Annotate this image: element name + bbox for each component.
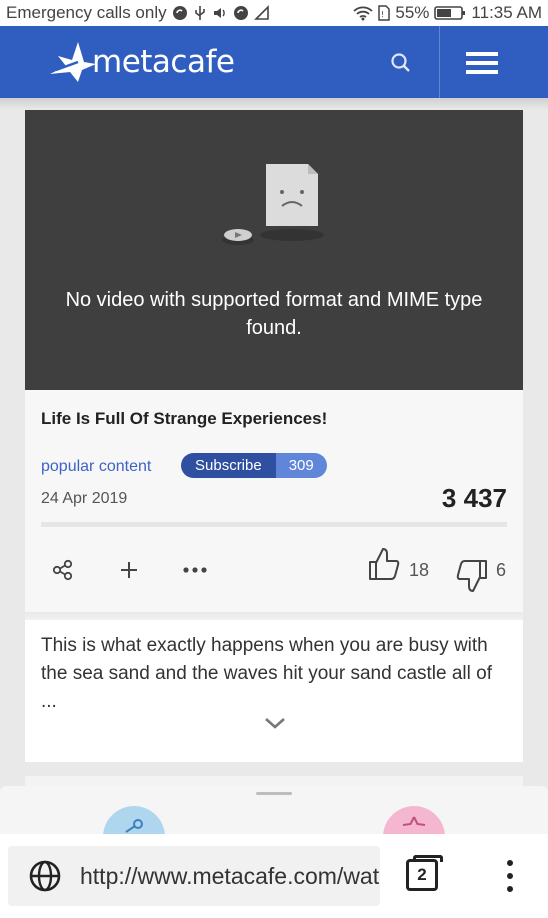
signal-icon [253, 5, 269, 20]
address-bar[interactable]: http://www.metacafe.com/watch [8, 846, 380, 906]
tab-switcher-button[interactable]: 2 [406, 855, 443, 891]
usb-icon [194, 6, 205, 20]
menu-dot-icon [507, 873, 513, 879]
video-description: This is what exactly happens when you ar… [41, 635, 492, 712]
video-player[interactable]: No video with supported format and MIME … [25, 110, 523, 390]
thumbs-down-icon [456, 560, 487, 592]
share-fab[interactable] [103, 806, 165, 834]
more-options-button[interactable] [181, 558, 209, 582]
publish-date: 24 Apr 2019 [41, 490, 128, 507]
channel-link[interactable]: popular content [41, 458, 151, 476]
video-card: No video with supported format and MIME … [25, 110, 523, 612]
video-error-message: No video with supported format and MIME … [65, 289, 483, 339]
battery-percent: 55% [395, 3, 430, 22]
subscriber-count: 309 [275, 453, 327, 478]
header-divider [439, 26, 440, 98]
rating-bar [41, 522, 507, 527]
broken-file-icon [222, 164, 324, 245]
subscribe-label: Subscribe [181, 453, 276, 478]
menu-button[interactable] [462, 46, 502, 80]
sim-icon: ! [378, 5, 391, 21]
expand-description-button[interactable] [263, 716, 287, 736]
hamburger-menu-icon [466, 52, 498, 74]
menu-dot-icon [507, 860, 513, 866]
thumbs-up-icon [369, 548, 400, 580]
browser-menu-button[interactable] [500, 860, 520, 892]
description-card: This is what exactly happens when you ar… [25, 612, 523, 762]
status-bar: Emergency calls only ! 55% 11:35 AM [0, 0, 548, 26]
star-logo-icon [50, 42, 96, 82]
search-button[interactable] [386, 48, 416, 78]
volume-icon [213, 8, 225, 18]
dislike-button[interactable] [455, 557, 489, 595]
share-button[interactable] [52, 558, 74, 582]
share-icon [125, 819, 143, 833]
sync-icon [233, 6, 248, 20]
page: Emergency calls only ! 55% 11:35 AM meta… [0, 0, 548, 918]
search-icon [391, 53, 410, 72]
menu-dot-icon [507, 886, 513, 892]
view-count: 3 437 [441, 483, 507, 513]
star-icon [402, 816, 426, 826]
like-button[interactable] [367, 545, 401, 583]
carrier-text: Emergency calls only [6, 3, 167, 22]
metacafe-logo[interactable]: metacafe [48, 40, 235, 84]
chevron-down-icon [265, 718, 285, 729]
wifi-icon [353, 6, 374, 21]
sync-icon [172, 6, 187, 20]
clock: 11:35 AM [471, 3, 542, 22]
header-shadow [0, 98, 548, 110]
site-header: metacafe [0, 26, 548, 98]
like-count: 18 [409, 560, 430, 580]
globe-icon[interactable] [28, 859, 62, 893]
tab-count: 2 [417, 865, 427, 884]
share-icon [52, 559, 73, 581]
svg-text:!: ! [381, 10, 384, 19]
add-to-playlist-button[interactable] [118, 558, 140, 582]
plus-icon [121, 562, 137, 578]
url-text[interactable]: http://www.metacafe.com/watch [80, 863, 380, 890]
more-horizontal-icon [183, 567, 207, 573]
browser-toolbar: http://www.metacafe.com/watch 2 [0, 834, 548, 918]
favorite-fab[interactable] [383, 806, 445, 834]
video-title[interactable]: Life Is Full Of Strange Experiences! [41, 409, 327, 429]
dislike-count: 6 [496, 560, 507, 580]
subscribe-button[interactable]: Subscribe 309 [181, 453, 327, 478]
bottom-sheet[interactable] [0, 786, 548, 834]
battery-icon [434, 6, 466, 20]
logo-text: metacafe [92, 44, 235, 80]
sheet-drag-handle[interactable] [256, 792, 292, 795]
